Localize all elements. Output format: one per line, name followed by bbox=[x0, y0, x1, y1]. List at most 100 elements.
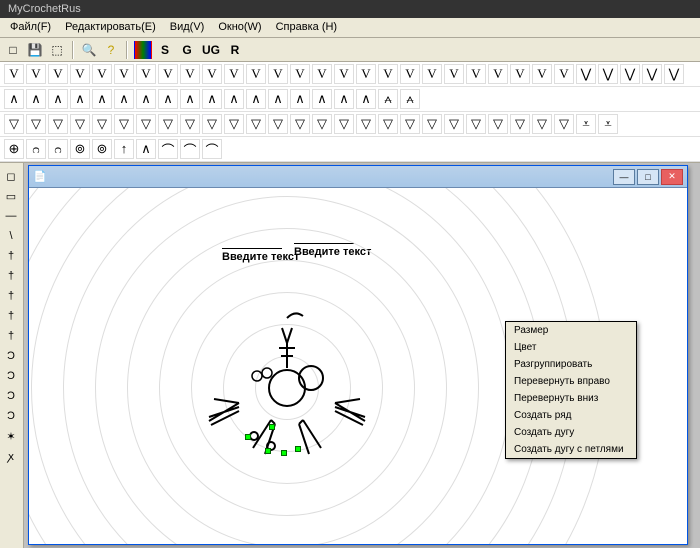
symbol-button[interactable]: V bbox=[400, 64, 420, 84]
symbol-button[interactable]: ⊕ bbox=[4, 139, 24, 159]
context-menu-item[interactable]: Размер bbox=[506, 322, 636, 339]
symbol-button[interactable]: V bbox=[180, 64, 200, 84]
symbol-button[interactable]: ▽ bbox=[532, 114, 552, 134]
left-tool-button[interactable]: ꭗ bbox=[2, 447, 20, 465]
symbol-button[interactable]: V bbox=[444, 64, 464, 84]
letter-s[interactable]: S bbox=[156, 41, 174, 59]
symbol-button[interactable]: V bbox=[356, 64, 376, 84]
symbol-button[interactable]: ∧ bbox=[180, 89, 200, 109]
symbol-button[interactable]: ∧ bbox=[4, 89, 24, 109]
symbol-button[interactable]: ▽ bbox=[554, 114, 574, 134]
symbol-button[interactable]: ∧ bbox=[92, 89, 112, 109]
symbol-button[interactable]: ▽ bbox=[48, 114, 68, 134]
symbol-button[interactable]: ⩜ bbox=[400, 89, 420, 109]
symbol-button[interactable]: ⌒ bbox=[158, 139, 178, 159]
export-icon[interactable]: ⬚ bbox=[48, 41, 66, 59]
symbol-button[interactable]: ∧ bbox=[290, 89, 310, 109]
symbol-button[interactable]: V bbox=[488, 64, 508, 84]
left-tool-button[interactable]: — bbox=[2, 207, 20, 225]
symbol-button[interactable]: ∧ bbox=[268, 89, 288, 109]
selection-handle[interactable] bbox=[281, 450, 287, 456]
symbol-button[interactable]: ▽ bbox=[510, 114, 530, 134]
symbol-button[interactable]: V bbox=[268, 64, 288, 84]
symbol-button[interactable]: V bbox=[4, 64, 24, 84]
symbol-button[interactable]: V bbox=[114, 64, 134, 84]
symbol-button[interactable]: ⩜ bbox=[378, 89, 398, 109]
symbol-button[interactable]: ▽ bbox=[290, 114, 310, 134]
symbol-button[interactable]: ⋁ bbox=[576, 64, 596, 84]
search-icon[interactable]: 🔍 bbox=[80, 41, 98, 59]
symbol-button[interactable]: ∧ bbox=[356, 89, 376, 109]
left-tool-button[interactable]: † bbox=[2, 327, 20, 345]
symbol-button[interactable]: ∧ bbox=[312, 89, 332, 109]
left-tool-button[interactable]: † bbox=[2, 307, 20, 325]
symbol-button[interactable]: ∧ bbox=[202, 89, 222, 109]
symbol-button[interactable]: ▽ bbox=[356, 114, 376, 134]
symbol-button[interactable]: ▽ bbox=[488, 114, 508, 134]
symbol-button[interactable]: V bbox=[378, 64, 398, 84]
symbol-button[interactable]: ᴒ bbox=[48, 139, 68, 159]
menu-view[interactable]: Вид(V) bbox=[164, 20, 211, 35]
symbol-button[interactable]: V bbox=[202, 64, 222, 84]
new-file-icon[interactable]: □ bbox=[4, 41, 22, 59]
left-tool-button[interactable]: Ɔ bbox=[2, 367, 20, 385]
symbol-button[interactable]: ⋁ bbox=[642, 64, 662, 84]
left-tool-button[interactable]: Ɔ bbox=[2, 387, 20, 405]
symbol-button[interactable]: ▽ bbox=[92, 114, 112, 134]
symbol-button[interactable]: ⌒ bbox=[202, 139, 222, 159]
symbol-button[interactable]: ▽ bbox=[4, 114, 24, 134]
symbol-button[interactable]: ▽ bbox=[180, 114, 200, 134]
save-icon[interactable]: 💾 bbox=[26, 41, 44, 59]
symbol-button[interactable]: V bbox=[334, 64, 354, 84]
context-menu-item[interactable]: Создать ряд bbox=[506, 407, 636, 424]
context-menu-item[interactable]: Создать дугу bbox=[506, 424, 636, 441]
symbol-button[interactable]: ∧ bbox=[70, 89, 90, 109]
symbol-button[interactable]: ⋁ bbox=[664, 64, 684, 84]
selection-handle[interactable] bbox=[295, 446, 301, 452]
left-tool-button[interactable]: \ bbox=[2, 227, 20, 245]
symbol-button[interactable]: ∧ bbox=[158, 89, 178, 109]
menu-window[interactable]: Окно(W) bbox=[212, 20, 267, 35]
symbol-button[interactable]: ⊚ bbox=[70, 139, 90, 159]
symbol-button[interactable]: ∧ bbox=[48, 89, 68, 109]
symbol-button[interactable]: ⌒ bbox=[180, 139, 200, 159]
minimize-button[interactable]: — bbox=[613, 169, 635, 185]
symbol-button[interactable]: ▽ bbox=[246, 114, 266, 134]
symbol-button[interactable]: V bbox=[70, 64, 90, 84]
symbol-button[interactable]: ∧ bbox=[136, 139, 156, 159]
context-menu-item[interactable]: Цвет bbox=[506, 339, 636, 356]
symbol-button[interactable]: ∧ bbox=[114, 89, 134, 109]
symbol-button[interactable]: ▽ bbox=[114, 114, 134, 134]
symbol-button[interactable]: V bbox=[510, 64, 530, 84]
symbol-button[interactable]: ᴒ bbox=[26, 139, 46, 159]
left-tool-button[interactable]: † bbox=[2, 267, 20, 285]
menu-help[interactable]: Справка (H) bbox=[270, 20, 343, 35]
symbol-button[interactable]: V bbox=[532, 64, 552, 84]
symbol-button[interactable]: V bbox=[554, 64, 574, 84]
symbol-button[interactable]: ▽ bbox=[466, 114, 486, 134]
symbol-button[interactable]: ▽ bbox=[444, 114, 464, 134]
symbol-button[interactable]: ∧ bbox=[334, 89, 354, 109]
symbol-button[interactable]: V bbox=[290, 64, 310, 84]
symbol-button[interactable]: ▽ bbox=[312, 114, 332, 134]
symbol-button[interactable]: ∧ bbox=[246, 89, 266, 109]
symbol-button[interactable]: ↑ bbox=[114, 139, 134, 159]
symbol-button[interactable]: V bbox=[246, 64, 266, 84]
symbol-button[interactable]: ∧ bbox=[224, 89, 244, 109]
symbol-button[interactable]: ▽ bbox=[378, 114, 398, 134]
symbol-button[interactable]: ▽ bbox=[202, 114, 222, 134]
selection-handle[interactable] bbox=[245, 434, 251, 440]
symbol-button[interactable]: ∧ bbox=[136, 89, 156, 109]
symbol-button[interactable]: V bbox=[136, 64, 156, 84]
symbol-button[interactable]: ∧ bbox=[26, 89, 46, 109]
maximize-button[interactable]: □ bbox=[637, 169, 659, 185]
left-tool-button[interactable]: Ɔ bbox=[2, 407, 20, 425]
left-tool-button[interactable]: Ɔ bbox=[2, 347, 20, 365]
left-tool-button[interactable]: ✶ bbox=[2, 427, 20, 445]
close-button[interactable]: ✕ bbox=[661, 169, 683, 185]
left-tool-button[interactable]: ◻ bbox=[2, 167, 20, 185]
letter-g[interactable]: G bbox=[178, 41, 196, 59]
symbol-button[interactable]: V bbox=[92, 64, 112, 84]
left-tool-button[interactable]: ▭ bbox=[2, 187, 20, 205]
left-tool-button[interactable]: † bbox=[2, 287, 20, 305]
